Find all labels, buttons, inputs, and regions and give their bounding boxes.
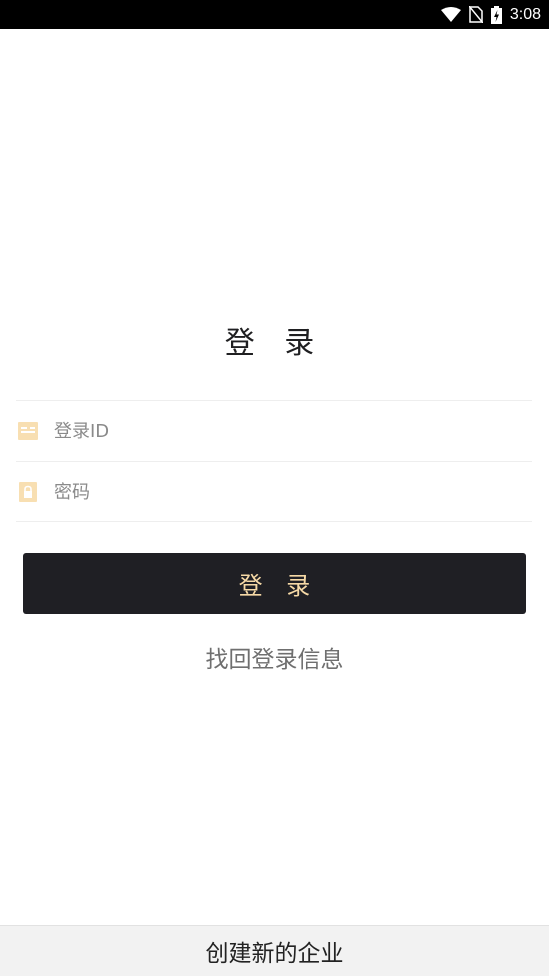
no-sim-icon [468,6,483,23]
status-icons: 3:08 [440,0,541,29]
create-enterprise-button[interactable]: 创建新的企业 [0,925,549,976]
login-id-input[interactable] [54,420,494,442]
wifi-icon [440,6,461,23]
id-card-icon [17,420,39,442]
lock-icon [17,481,39,503]
status-bar: 3:08 [0,0,549,29]
divider-bottom [16,521,532,522]
page-title: 登 录 [224,326,325,361]
battery-charging-icon [490,5,502,24]
login-id-field-row[interactable] [16,401,532,461]
create-enterprise-label: 创建新的企业 [205,941,344,967]
recover-login-info-link[interactable]: 找回登录信息 [0,640,549,674]
login-button[interactable]: 登 录 [23,553,526,614]
status-time: 3:08 [509,5,541,23]
password-input[interactable] [54,481,494,503]
password-field-row[interactable] [16,462,532,522]
